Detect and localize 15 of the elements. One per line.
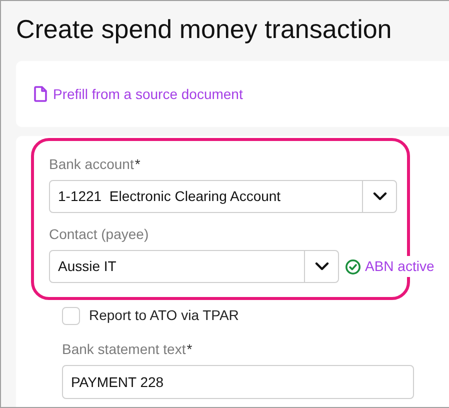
- checkbox-label: Report to ATO via TPAR: [89, 306, 239, 325]
- text-field[interactable]: PAYMENT 228: [62, 365, 414, 399]
- field-label: Bank account*: [49, 155, 142, 173]
- prefill-link[interactable]: Prefill from a source document: [34, 84, 243, 104]
- document-icon: [34, 86, 47, 102]
- page-title: Create spend money transaction: [16, 13, 393, 45]
- chevron-down-icon: [372, 192, 386, 201]
- chevron-down-icon: [314, 262, 328, 271]
- check-circle-icon: [345, 258, 361, 274]
- abn-status: ABN active: [345, 256, 436, 277]
- dropdown-field[interactable]: Aussie IT: [49, 250, 339, 283]
- dropdown-field[interactable]: 1-1221 Electronic Clearing Account: [49, 180, 397, 213]
- field-label: Contact (payee): [49, 225, 150, 243]
- checkbox[interactable]: [62, 306, 80, 324]
- field-label: Bank statement text*: [62, 340, 194, 358]
